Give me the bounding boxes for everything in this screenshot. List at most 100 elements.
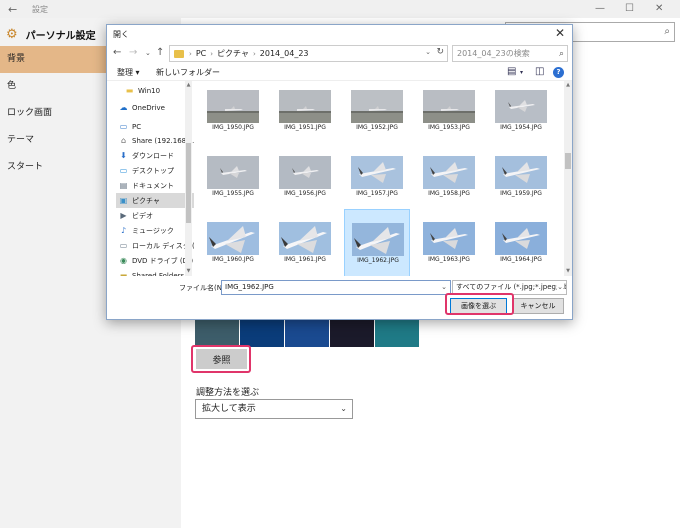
up-arrow-icon[interactable]: ↑ (156, 47, 164, 58)
back-arrow-icon[interactable]: ← (8, 3, 17, 16)
nav-item-label: Shared Folders ( (132, 272, 190, 276)
filename-input[interactable]: IMG_1962.JPG ⌄ (221, 280, 451, 295)
file-tile[interactable]: IMG_1959.JPG (488, 143, 554, 203)
music-icon: ♪ (120, 226, 127, 235)
navigation-pane: ▬ Win10 ☁ OneDrive ▭ PC ⌂ Share (192.168.1. ⬇ ダウン… (116, 81, 194, 276)
file-tile[interactable]: IMG_1960.JPG (200, 209, 266, 276)
nav-item[interactable]: ▶ ビデオ (116, 208, 194, 223)
chevron-down-icon[interactable]: ⌄ (441, 281, 447, 294)
new-folder-button[interactable]: 新しいフォルダー (156, 67, 220, 78)
recent-chevron-icon[interactable]: ⌄ (145, 49, 151, 57)
nav-item[interactable]: ▭ デスクトップ (116, 163, 194, 178)
background-thumbnail[interactable] (240, 317, 284, 347)
scroll-up-icon[interactable]: ▲ (564, 82, 572, 88)
file-tile[interactable]: IMG_1962.JPG (344, 209, 410, 276)
sidebar-item-label: スタート (7, 162, 44, 172)
nav-item[interactable]: ◉ DVD ドライブ (D:) (116, 253, 194, 268)
file-name: IMG_1961.JPG (284, 256, 326, 263)
background-thumbnail[interactable] (195, 317, 239, 347)
nav-item-label: ピクチャ (132, 197, 160, 205)
file-name: IMG_1960.JPG (212, 256, 254, 263)
file-name: IMG_1951.JPG (284, 124, 326, 131)
nav-item[interactable]: ▬ Shared Folders ( (116, 268, 194, 276)
video-icon: ▶ (120, 211, 127, 220)
nav-item-label: DVD ドライブ (D:) (132, 257, 194, 265)
file-tile[interactable]: IMG_1956.JPG (272, 143, 338, 203)
scroll-down-icon[interactable]: ▼ (185, 268, 192, 274)
breadcrumb-item[interactable]: ピクチャ (217, 48, 249, 59)
filename-value: IMG_1962.JPG (225, 283, 274, 291)
file-thumbnail (207, 222, 259, 255)
folder-icon: ▬ (125, 86, 134, 95)
file-tile[interactable]: IMG_1950.JPG (200, 81, 266, 137)
background-thumbnail[interactable] (330, 317, 374, 347)
dialog-title: 開く (113, 30, 129, 39)
chevron-down-icon[interactable]: ⌄ (425, 48, 431, 56)
nav-item-label: ミュージック (132, 227, 174, 235)
dialog-search-input[interactable]: 2014_04_23の検索 ⌕ (452, 45, 568, 62)
file-tile[interactable]: IMG_1964.JPG (488, 209, 554, 276)
chevron-down-icon: ⌄ (340, 404, 347, 413)
folder-icon (174, 49, 184, 58)
documents-icon: ▤ (119, 181, 128, 190)
file-name: IMG_1956.JPG (284, 190, 326, 197)
sidebar-item-label: 色 (7, 81, 17, 91)
nav-item[interactable]: ☁ OneDrive (116, 100, 194, 115)
close-icon[interactable]: ✕ (655, 3, 663, 14)
file-tile[interactable]: IMG_1952.JPG (344, 81, 410, 137)
scrollbar-thumb[interactable] (186, 143, 191, 223)
nav-item[interactable]: ▭ ローカル ディスク (C (116, 238, 194, 253)
nav-scrollbar[interactable]: ▲ ▼ (185, 81, 192, 276)
settings-window-title: 設定 (32, 5, 48, 14)
chevron-down-icon[interactable]: ▾ (520, 69, 523, 76)
file-thumbnail (423, 156, 475, 189)
help-icon[interactable]: ? (553, 67, 564, 78)
file-tile[interactable]: IMG_1951.JPG (272, 81, 338, 137)
file-name: IMG_1958.JPG (428, 190, 470, 197)
organize-button[interactable]: 整理 ▾ (117, 67, 140, 78)
nav-item[interactable]: ▤ ドキュメント (116, 178, 194, 193)
address-row: ← → ⌄ ↑ › PC › ピクチャ › 2014_04_23 ⌄ ↻ 201… (107, 44, 572, 64)
file-tile[interactable]: IMG_1953.JPG (416, 81, 482, 137)
cancel-button[interactable]: キャンセル (512, 298, 564, 314)
file-tile[interactable]: IMG_1954.JPG (488, 81, 554, 137)
file-tile[interactable]: IMG_1955.JPG (200, 143, 266, 203)
file-thumbnail (351, 156, 403, 189)
fit-dropdown[interactable]: 拡大して表示 ⌄ (195, 399, 353, 419)
view-options-icon[interactable]: ▤ (507, 66, 516, 77)
nav-item[interactable]: ▬ Win10 (116, 83, 194, 98)
scroll-up-icon[interactable]: ▲ (185, 82, 192, 88)
minimize-icon[interactable]: — (595, 3, 605, 14)
nav-item[interactable]: ⬇ ダウンロード (116, 148, 194, 163)
background-thumbnail[interactable] (375, 317, 419, 347)
background-thumbnail[interactable] (285, 317, 329, 347)
dvd-icon: ◉ (120, 256, 127, 265)
refresh-icon[interactable]: ↻ (436, 47, 444, 57)
preview-pane-icon[interactable]: ◫ (535, 66, 544, 77)
maximize-icon[interactable]: ☐ (625, 3, 634, 14)
dialog-close-icon[interactable]: ✕ (555, 26, 565, 40)
breadcrumb-item[interactable]: PC (196, 49, 206, 58)
address-bar[interactable]: › PC › ピクチャ › 2014_04_23 ⌄ ↻ (169, 45, 448, 62)
file-tile[interactable]: IMG_1957.JPG (344, 143, 410, 203)
file-tile[interactable]: IMG_1961.JPG (272, 209, 338, 276)
file-tile[interactable]: IMG_1958.JPG (416, 143, 482, 203)
chevron-right-icon: › (210, 49, 214, 58)
nav-item[interactable]: ♪ ミュージック (116, 223, 194, 238)
file-name: IMG_1952.JPG (356, 124, 398, 131)
back-arrow-icon[interactable]: ← (113, 47, 121, 58)
forward-arrow-icon[interactable]: → (129, 47, 137, 58)
scrollbar-thumb[interactable] (565, 153, 571, 169)
disk-icon: ▭ (119, 241, 128, 250)
file-thumbnail (423, 222, 475, 255)
file-tile[interactable]: IMG_1963.JPG (416, 209, 482, 276)
nav-item[interactable]: ▣ ピクチャ (116, 193, 194, 208)
open-file-dialog: 開く ✕ ← → ⌄ ↑ › PC › ピクチャ › 2014_04_23 ⌄ … (106, 24, 573, 320)
breadcrumb-item[interactable]: 2014_04_23 (260, 49, 309, 58)
nav-item[interactable]: ⌂ Share (192.168.1. (116, 133, 194, 148)
desktop-icon: ▭ (119, 166, 128, 175)
nav-item[interactable]: ▭ PC (116, 119, 194, 134)
file-scrollbar[interactable]: ▲ ▼ (564, 81, 572, 276)
chevron-right-icon: › (189, 49, 192, 58)
scroll-down-icon[interactable]: ▼ (564, 268, 572, 274)
